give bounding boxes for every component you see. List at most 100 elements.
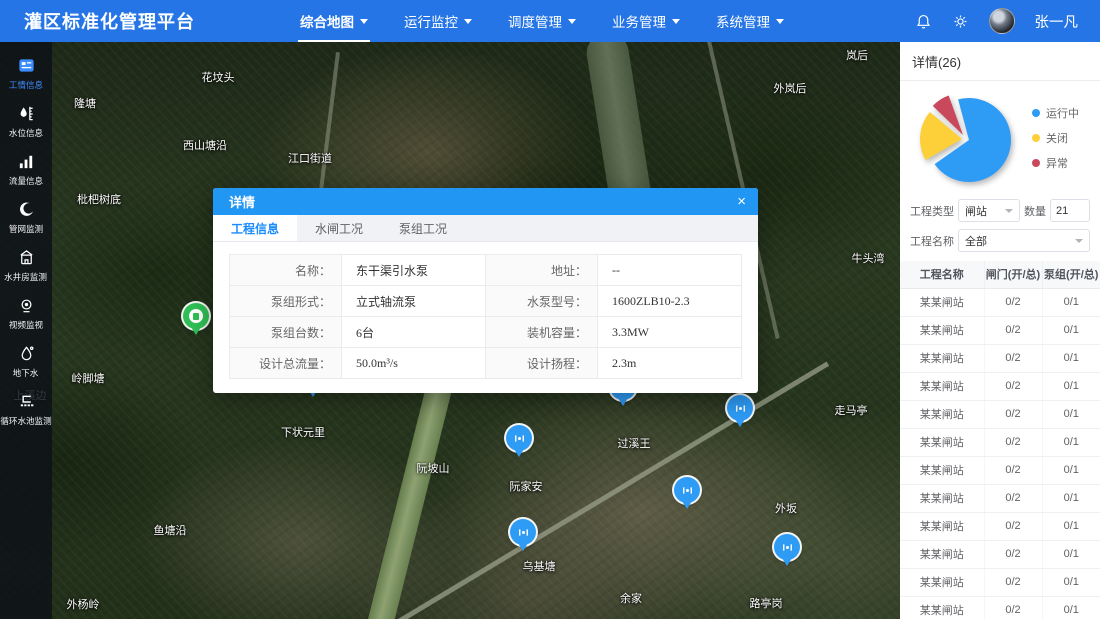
nav-item-label: 运行监控 — [404, 11, 458, 31]
sluice-station-marker[interactable] — [774, 534, 800, 560]
table-row[interactable]: 某某闸站0/20/1 — [900, 288, 1100, 316]
station-name-cell: 某某闸站 — [900, 456, 984, 484]
legend-label: 运行中 — [1046, 105, 1079, 121]
sidebar-item-pipe-network-monitor[interactable]: 管网监测 — [0, 199, 52, 235]
nav-item-business-manage[interactable]: 业务管理 — [612, 0, 680, 42]
table-row[interactable]: 某某闸站0/20/1 — [900, 596, 1100, 619]
table-row[interactable]: 某某闸站0/20/1 — [900, 484, 1100, 512]
tab-pump-status[interactable]: 泵组工况 — [381, 215, 465, 241]
sidebar-item-recycle-pool-monitor[interactable]: 循环水池监测 — [0, 391, 52, 427]
modal-header[interactable]: 详情 × — [213, 188, 758, 215]
sidebar-item-groundwater[interactable]: 地下水 — [0, 343, 52, 379]
station-table-wrap[interactable]: 工程名称闸门(开/总)泵组(开/总) 某某闸站0/20/1某某闸站0/20/1某… — [900, 261, 1100, 619]
pump-count-cell: 0/1 — [1042, 372, 1100, 400]
tab-project-info[interactable]: 工程信息 — [213, 215, 297, 241]
column-header: 泵组(开/总) — [1042, 261, 1100, 288]
sidebar-item-well-house-monitor[interactable]: 水井房监测 — [0, 247, 52, 283]
field-value: 东干渠引水泵 — [342, 255, 486, 286]
field-label: 泵组台数： — [230, 317, 342, 348]
sidebar-item-label: 视频监视 — [9, 318, 43, 330]
table-row[interactable]: 某某闸站0/20/1 — [900, 540, 1100, 568]
map-place-label: 阮家安 — [510, 478, 543, 494]
sidebar-item-flow-info[interactable]: 流量信息 — [0, 151, 52, 187]
table-row[interactable]: 某某闸站0/20/1 — [900, 400, 1100, 428]
map-place-label: 岚后 — [846, 47, 868, 63]
pump-count-cell: 0/1 — [1042, 344, 1100, 372]
gear-icon[interactable] — [952, 13, 969, 30]
user-avatar[interactable] — [989, 8, 1015, 34]
bell-icon[interactable] — [915, 13, 932, 30]
map-place-label: 鱼塘沿 — [154, 522, 187, 538]
table-row[interactable]: 某某闸站0/20/1 — [900, 316, 1100, 344]
map-place-label: 路亭岗 — [750, 595, 783, 611]
field-value: 2.3m — [598, 348, 742, 379]
table-row[interactable]: 某某闸站0/20/1 — [900, 344, 1100, 372]
table-row[interactable]: 某某闸站0/20/1 — [900, 428, 1100, 456]
sidebar-item-label: 工情信息 — [9, 78, 43, 90]
station-name-cell: 某某闸站 — [900, 372, 984, 400]
project-info-table: 名称：东干渠引水泵地址：--泵组形式：立式轴流泵水泵型号：1600ZLB10-2… — [229, 254, 742, 379]
close-icon[interactable]: × — [737, 194, 746, 209]
sluice-station-marker[interactable] — [674, 477, 700, 503]
station-name-cell: 某某闸站 — [900, 484, 984, 512]
monitor-station-marker[interactable] — [183, 303, 209, 329]
water-level-icon — [16, 103, 36, 123]
map-place-label: 西山塘沿 — [183, 137, 227, 153]
map-place-label: 外坂 — [775, 500, 797, 516]
sluice-station-marker[interactable] — [727, 395, 753, 421]
sluice-station-marker[interactable] — [510, 519, 536, 545]
chevron-down-icon — [1075, 239, 1083, 243]
nav-item-system-manage[interactable]: 系统管理 — [716, 0, 784, 42]
legend-item[interactable]: 异常 — [1032, 155, 1079, 171]
map-place-label: 过溪王 — [618, 435, 651, 451]
nav-item-operation-monitor[interactable]: 运行监控 — [404, 0, 472, 42]
modal-title: 详情 — [229, 192, 255, 211]
gate-count-cell: 0/2 — [984, 512, 1042, 540]
gate-count-cell: 0/2 — [984, 400, 1042, 428]
sidebar-item-water-level-info[interactable]: 水位信息 — [0, 103, 52, 139]
left-sidebar: 工情信息水位信息流量信息管网监测水井房监测视频监视地下水循环水池监测 — [0, 42, 52, 619]
sidebar-item-label: 管网监测 — [9, 222, 43, 234]
name-select[interactable]: 全部 — [958, 229, 1090, 252]
username[interactable]: 张一凡 — [1035, 11, 1079, 32]
sluice-station-marker[interactable] — [506, 425, 532, 451]
pump-count-cell: 0/1 — [1042, 316, 1100, 344]
chevron-down-icon — [776, 19, 784, 24]
modal-info-row: 泵组形式：立式轴流泵水泵型号：1600ZLB10-2.3 — [230, 286, 742, 317]
sidebar-item-video-monitor[interactable]: 视频监视 — [0, 295, 52, 331]
legend-dot-icon — [1032, 159, 1040, 167]
gate-count-cell: 0/2 — [984, 372, 1042, 400]
sidebar-item-label: 地下水 — [13, 366, 39, 378]
station-name-cell: 某某闸站 — [900, 596, 984, 619]
tab-sluice-status[interactable]: 水闸工况 — [297, 215, 381, 241]
legend-dot-icon — [1032, 109, 1040, 117]
gate-count-cell: 0/2 — [984, 596, 1042, 619]
detail-modal: 详情 × 工程信息水闸工况泵组工况 名称：东干渠引水泵地址：--泵组形式：立式轴… — [213, 188, 758, 393]
table-row[interactable]: 某某闸站0/20/1 — [900, 372, 1100, 400]
sidebar-item-engineering-info[interactable]: 工情信息 — [0, 55, 52, 91]
field-value: 6台 — [342, 317, 486, 348]
nav-item-label: 综合地图 — [300, 11, 354, 31]
nav-item-map[interactable]: 综合地图 — [300, 0, 368, 42]
pump-count-cell: 0/1 — [1042, 540, 1100, 568]
table-row[interactable]: 某某闸站0/20/1 — [900, 512, 1100, 540]
field-value: 1600ZLB10-2.3 — [598, 286, 742, 317]
field-label: 地址： — [486, 255, 598, 286]
legend-item[interactable]: 关闭 — [1032, 130, 1079, 146]
map-place-label: 余家 — [620, 590, 642, 606]
station-name-cell: 某某闸站 — [900, 288, 984, 316]
pie-chart-svg[interactable] — [908, 84, 1030, 192]
station-name-cell: 某某闸站 — [900, 344, 984, 372]
count-input[interactable] — [1050, 199, 1090, 222]
pump-count-cell: 0/1 — [1042, 288, 1100, 316]
topbar-actions: 张一凡 — [915, 8, 1100, 34]
legend-item[interactable]: 运行中 — [1032, 105, 1079, 121]
station-name-cell: 某某闸站 — [900, 428, 984, 456]
nav-item-dispatch-manage[interactable]: 调度管理 — [508, 0, 576, 42]
name-select-value: 全部 — [965, 233, 987, 249]
table-row[interactable]: 某某闸站0/20/1 — [900, 568, 1100, 596]
type-select[interactable]: 闸站 — [958, 199, 1020, 222]
name-filter-label: 工程名称 — [910, 233, 954, 249]
nav-item-label: 调度管理 — [508, 11, 562, 31]
table-row[interactable]: 某某闸站0/20/1 — [900, 456, 1100, 484]
